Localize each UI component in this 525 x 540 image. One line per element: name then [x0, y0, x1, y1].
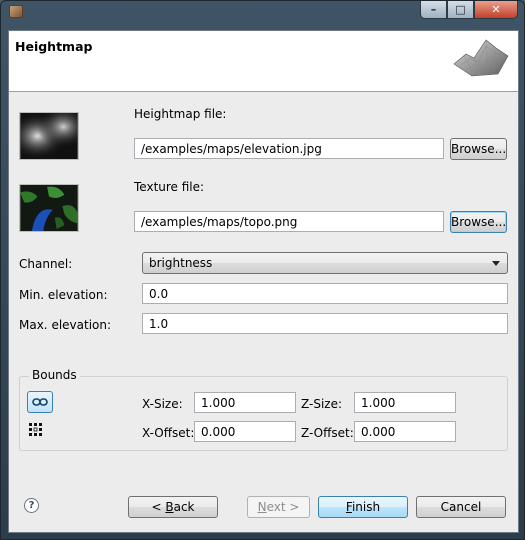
back-prefix: <	[151, 500, 166, 514]
bounds-group: Bounds X-Size: 1.000 Z-Size: 1.000 X-Off…	[19, 368, 508, 451]
finish-button[interactable]: Finish	[318, 496, 408, 518]
dialog-client: Heightmap Heightmap file: /examples/maps…	[8, 30, 519, 533]
texture-file-label: Texture file:	[134, 180, 205, 194]
heightmap-browse-button[interactable]: Browse...	[450, 138, 507, 160]
finish-rest: inish	[351, 500, 381, 514]
close-icon: ✕	[491, 3, 501, 16]
x-size-label: X-Size:	[142, 397, 183, 411]
back-rest: ack	[173, 500, 195, 514]
window-controls: – □ ✕	[420, 1, 518, 19]
z-offset-label: Z-Offset:	[301, 426, 354, 440]
close-button[interactable]: ✕	[474, 1, 518, 19]
terrain-icon	[453, 39, 509, 77]
channel-value: brightness	[149, 256, 213, 270]
title-bar[interactable]: – □ ✕	[1, 1, 524, 23]
bounds-title: Bounds	[29, 368, 80, 382]
max-elevation-label: Max. elevation:	[19, 318, 112, 332]
z-offset-field[interactable]: 0.000	[354, 421, 456, 442]
page-title: Heightmap	[15, 39, 93, 54]
min-elevation-label: Min. elevation:	[19, 288, 108, 302]
channel-select[interactable]: brightness	[142, 252, 508, 274]
cancel-button[interactable]: Cancel	[416, 496, 506, 518]
texture-preview	[19, 184, 79, 232]
wizard-body: Heightmap file: /examples/maps/elevation…	[9, 93, 518, 534]
heightmap-file-label: Heightmap file:	[134, 107, 227, 121]
next-mnemonic: N	[257, 500, 267, 514]
app-icon	[9, 5, 23, 18]
grid-icon[interactable]	[28, 422, 44, 438]
z-size-field[interactable]: 1.000	[354, 392, 456, 413]
chevron-down-icon	[492, 261, 500, 266]
texture-file-field[interactable]: /examples/maps/topo.png	[134, 211, 444, 232]
x-offset-label: X-Offset:	[142, 426, 195, 440]
minimize-icon: –	[430, 3, 437, 16]
heightmap-file-field[interactable]: /examples/maps/elevation.jpg	[134, 138, 444, 159]
link-icon[interactable]	[27, 391, 53, 413]
back-mnemonic: B	[165, 500, 174, 514]
z-size-label: Z-Size:	[301, 397, 343, 411]
heightmap-preview	[19, 112, 79, 160]
next-rest: ext >	[266, 500, 300, 514]
minimize-button[interactable]: –	[420, 1, 447, 19]
maximize-icon: □	[455, 3, 466, 16]
x-size-field[interactable]: 1.000	[194, 392, 296, 413]
x-offset-field[interactable]: 0.000	[194, 421, 296, 442]
next-button[interactable]: Next >	[247, 496, 310, 518]
dialog-window: – □ ✕ Heightmap Heightmap file: /example…	[0, 0, 525, 540]
help-icon[interactable]: ?	[24, 498, 39, 513]
back-button[interactable]: < Back	[128, 496, 218, 518]
maximize-button[interactable]: □	[447, 1, 474, 19]
wizard-header: Heightmap	[9, 31, 518, 92]
min-elevation-field[interactable]: 0.0	[142, 283, 508, 304]
channel-label: Channel:	[19, 257, 73, 271]
max-elevation-field[interactable]: 1.0	[142, 313, 508, 334]
texture-browse-button[interactable]: Browse...	[450, 211, 507, 233]
